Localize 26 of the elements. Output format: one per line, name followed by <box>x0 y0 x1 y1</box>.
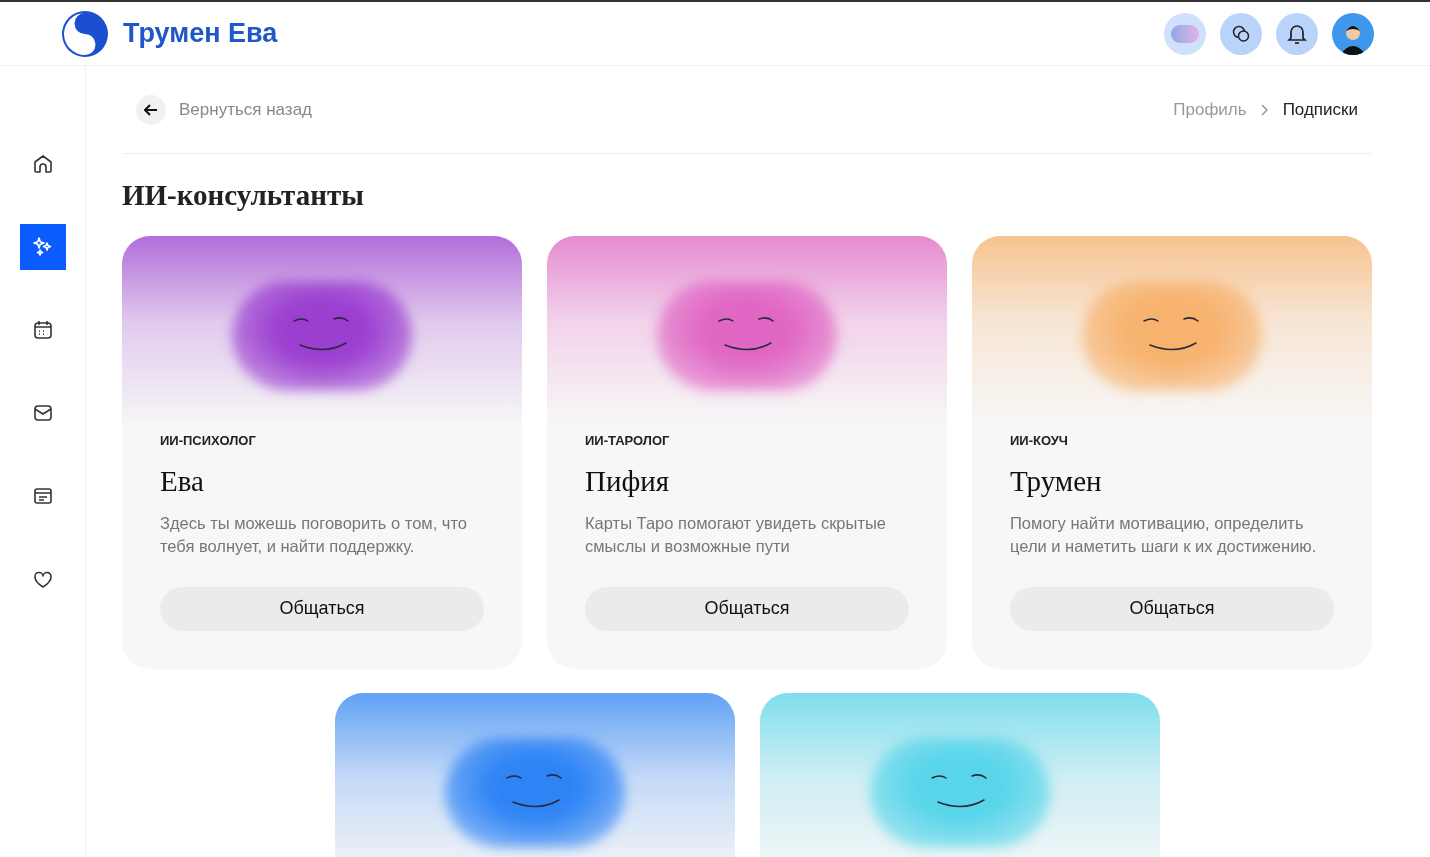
back-arrow-icon <box>144 103 158 116</box>
chat-start-button[interactable]: Общаться <box>585 586 909 631</box>
bell-icon <box>1287 22 1307 45</box>
user-avatar[interactable] <box>1332 12 1374 55</box>
back-link[interactable]: Вернуться назад <box>179 96 313 123</box>
sidebar-item[interactable] <box>19 224 66 270</box>
consultant-name: Пифия <box>585 464 671 499</box>
consultant-name: Ева <box>160 464 205 499</box>
chat-start-button[interactable]: Общаться <box>160 586 484 631</box>
consultant-description: Карты Таро помогают увидеть скрытые смыслы и возможные пути <box>585 512 887 557</box>
consultant-description: Здесь ты можешь поговорить о том, что тебя волнует, и найти поддержку. <box>160 512 468 557</box>
chat-button[interactable] <box>1220 12 1262 55</box>
back-button[interactable] <box>136 94 166 125</box>
notifications-button[interactable] <box>1276 12 1318 55</box>
consultant-name: Трумен <box>1010 464 1103 499</box>
page-title: ИИ-консультанты <box>122 178 365 213</box>
role-label: ИИ-ПСИХОЛОГ <box>160 431 257 450</box>
role-label: ИИ-КОУЧ <box>1010 431 1069 450</box>
brand-name[interactable]: Трумен Ева <box>123 13 278 54</box>
consultant-description: Помогу найти мотивацию, определить цели и наметить шаги к их достижению. <box>1010 512 1318 557</box>
breadcrumb-link[interactable]: Подписки <box>1282 96 1358 123</box>
chat-bubbles-icon <box>1231 23 1251 44</box>
logo-icon <box>60 8 110 59</box>
role-label: ИИ-ТАРОЛОГ <box>585 431 671 450</box>
chevron-right-icon <box>1260 103 1269 116</box>
chat-start-button[interactable]: Общаться <box>1010 586 1334 631</box>
